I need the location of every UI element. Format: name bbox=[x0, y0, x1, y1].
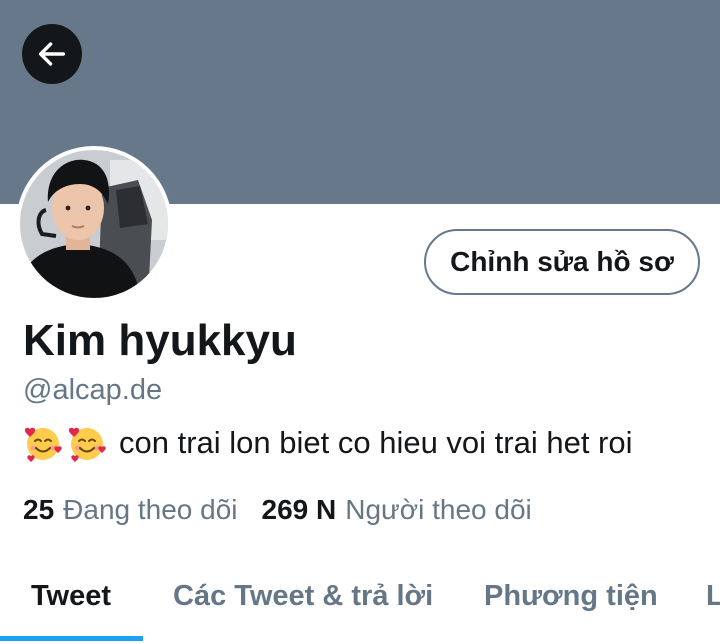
following-count: 25 bbox=[23, 494, 55, 525]
bio-text: con trai lon biet co hieu voi trai het r… bbox=[119, 425, 633, 460]
followers-count: 269 N bbox=[261, 494, 337, 525]
tab-tweets[interactable]: Tweet bbox=[31, 556, 111, 636]
tab-tweets-and-replies[interactable]: Các Tweet & trả lời bbox=[173, 556, 433, 636]
profile-tabs: Tweet Các Tweet & trả lời Phương tiện L bbox=[0, 556, 720, 644]
arrow-left-icon bbox=[35, 37, 69, 71]
tab-media[interactable]: Phương tiện bbox=[484, 556, 658, 636]
profile-bio: con trai lon biet co hieu voi trai het r… bbox=[23, 423, 633, 463]
profile-display-name: Kim hyukkyu bbox=[23, 316, 297, 365]
following-label: Đang theo dõi bbox=[63, 494, 238, 525]
edit-profile-button[interactable]: Chỉnh sửa hồ sơ bbox=[424, 229, 700, 295]
avatar[interactable] bbox=[16, 146, 172, 302]
following-stat[interactable]: 25 Đang theo dõi bbox=[23, 494, 238, 526]
tab-likes[interactable]: L bbox=[706, 556, 720, 636]
smiling-face-with-hearts-icon bbox=[67, 423, 107, 463]
followers-label: Người theo dõi bbox=[345, 494, 532, 525]
profile-handle: @alcap.de bbox=[23, 374, 163, 406]
profile-stats: 25 Đang theo dõi 269 N Người theo dõi bbox=[23, 494, 532, 526]
smiling-face-with-hearts-icon bbox=[23, 423, 63, 463]
active-tab-indicator bbox=[0, 636, 143, 641]
avatar-photo bbox=[20, 150, 168, 298]
followers-stat[interactable]: 269 N Người theo dõi bbox=[262, 494, 532, 526]
back-button[interactable] bbox=[22, 24, 82, 84]
